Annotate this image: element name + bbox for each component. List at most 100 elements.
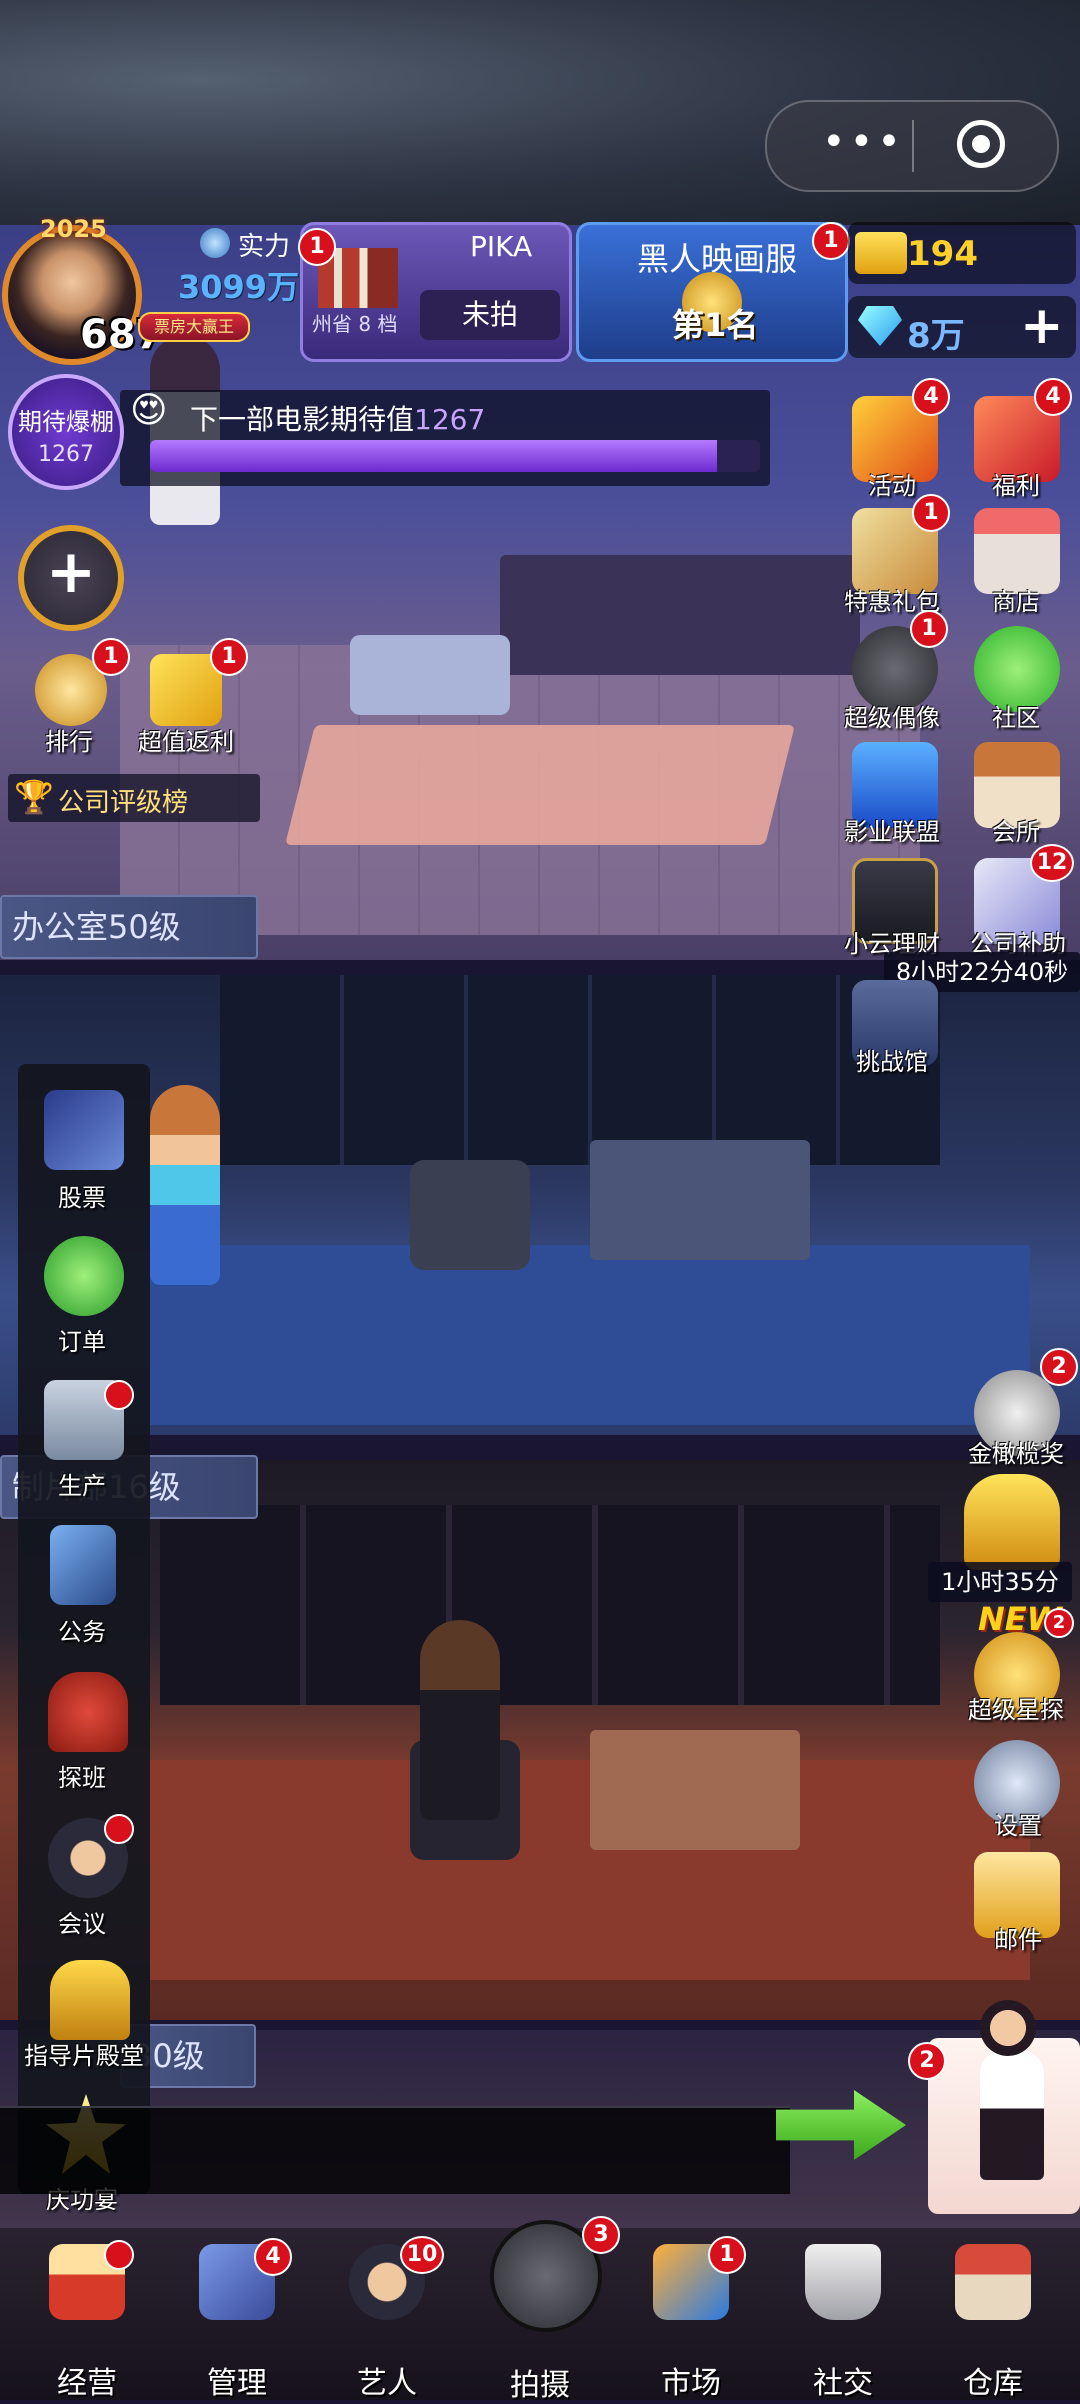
nav-market[interactable]: 1 市场 <box>616 2236 766 2401</box>
idol-badge: 1 <box>910 610 948 648</box>
manager-character[interactable] <box>420 1620 500 1820</box>
city-rank: 州省 8 档 <box>312 312 398 336</box>
advisor-character <box>980 2050 1044 2180</box>
ticket-value: 194 <box>907 234 978 274</box>
subsidy-badge: 12 <box>1030 844 1074 882</box>
star-scout-label: 超级星探 <box>968 1696 1064 1724</box>
nav-operate[interactable]: 经营 <box>12 2240 162 2401</box>
nav-manage-badge: 4 <box>254 2238 292 2276</box>
server-rank: 第1名 <box>672 306 759 344</box>
nav-market-badge: 1 <box>708 2236 746 2274</box>
office-chair <box>410 1160 530 1270</box>
nav-shoot-label: 拍摄 <box>510 2368 570 2403</box>
bouquet-icon[interactable] <box>48 1672 128 1752</box>
nav-manage-label: 管理 <box>207 2366 267 2401</box>
production-room[interactable] <box>0 1460 1080 2020</box>
menu-meeting-label: 会议 <box>58 1910 106 1938</box>
nav-artist[interactable]: 10 艺人 <box>312 2236 462 2401</box>
nav-social-label: 社交 <box>813 2366 873 2401</box>
dialog-bar[interactable] <box>0 2106 790 2194</box>
star-scout-badge: 2 <box>1044 1608 1074 1638</box>
mail-label: 邮件 <box>994 1926 1042 1954</box>
olive-award-badge: 2 <box>1040 1348 1078 1386</box>
film-name: PIKA <box>470 230 533 263</box>
rank-badge: 1 <box>812 222 850 260</box>
film-badge: 1 <box>298 228 336 266</box>
nav-artist-badge: 10 <box>400 2236 444 2274</box>
menu-production-label: 生产 <box>58 1472 106 1500</box>
gift-pack-badge: 1 <box>912 494 950 532</box>
expectation-text: 下一部电影期待值1267 <box>190 398 485 438</box>
gold-trophy-icon[interactable] <box>964 1474 1060 1570</box>
activity-badge: 4 <box>912 378 950 416</box>
ticket-icon <box>855 232 907 274</box>
menu-hall-label: 指导片殿堂 <box>24 2042 144 2070</box>
production-desk <box>590 1730 800 1850</box>
more-icon[interactable]: ••• <box>822 122 905 162</box>
film-status: 未拍 <box>420 290 560 340</box>
menu-order-label: 订单 <box>58 1328 106 1356</box>
award-hall-icon[interactable] <box>50 1960 130 2040</box>
rug <box>285 725 795 845</box>
settings-label: 设置 <box>994 1812 1042 1840</box>
advisor-face <box>980 2000 1036 2056</box>
capsule-divider <box>912 120 914 172</box>
reception-desk <box>500 555 860 675</box>
nav-operate-label: 经营 <box>57 2366 117 2401</box>
nav-artist-label: 艺人 <box>357 2366 417 2401</box>
power-icon <box>200 228 230 258</box>
menu-visit-label: 探班 <box>58 1764 106 1792</box>
heart-eyes-icon: 😍 <box>130 390 168 431</box>
city-window <box>160 1505 940 1705</box>
shop-label: 商店 <box>992 588 1040 616</box>
expectation-number: 1267 <box>38 442 94 467</box>
club-label: 会所 <box>992 818 1040 846</box>
mini-program-capsule[interactable]: ••• <box>765 100 1059 192</box>
activity-label: 活动 <box>868 472 916 500</box>
expectation-label: 期待爆棚 <box>18 408 114 436</box>
phone-icon[interactable] <box>50 1525 116 1605</box>
advisor-badge: 2 <box>908 2042 946 2080</box>
alliance-label: 影业联盟 <box>844 818 940 846</box>
power-label: 实力 <box>238 232 291 262</box>
ranking-badge: 1 <box>92 638 130 676</box>
nav-social[interactable]: 社交 <box>768 2240 918 2401</box>
stock-icon[interactable] <box>44 1090 124 1170</box>
close-target-icon[interactable] <box>957 120 1005 168</box>
community-label: 社区 <box>992 704 1040 732</box>
gem-value: 8万 <box>907 316 965 356</box>
nav-warehouse[interactable]: 仓库 <box>918 2240 1068 2401</box>
trophy-icon: 🏆 <box>14 778 54 816</box>
office-floor-label[interactable]: 办公室50级 <box>0 895 258 959</box>
power-value: 3099万 <box>178 268 300 306</box>
meeting-dot <box>104 1814 134 1844</box>
nav-market-label: 市场 <box>661 2366 721 2401</box>
nav-shoot-badge: 3 <box>582 2216 620 2254</box>
rebate-label: 超值返利 <box>138 728 234 756</box>
rebate-badge: 1 <box>210 638 248 676</box>
nav-warehouse-label: 仓库 <box>963 2366 1023 2401</box>
expectation-progress-bar <box>150 440 760 472</box>
ranking-label: 排行 <box>45 728 93 756</box>
player-title-badge: 票房大赢王 <box>138 312 250 342</box>
expectation-caption: 下一部电影期待值 <box>190 403 415 436</box>
order-icon[interactable] <box>44 1236 124 1316</box>
welfare-label: 福利 <box>992 472 1040 500</box>
menu-stock-label: 股票 <box>58 1184 106 1212</box>
city-window <box>220 975 940 1165</box>
plus-icon: + <box>45 537 97 607</box>
nav-shoot[interactable]: 3 拍摄 <box>470 2210 620 2403</box>
secretary-character[interactable] <box>150 1085 220 1285</box>
coffee-cup-icon <box>805 2244 881 2320</box>
expectation-progress-fill <box>150 440 718 472</box>
expectation-value: 1267 <box>414 403 486 436</box>
production-dot <box>104 1380 134 1410</box>
company-rating-label: 公司评级榜 <box>58 788 189 818</box>
nav-manage[interactable]: 4 管理 <box>162 2238 312 2401</box>
sofa <box>350 635 510 715</box>
welfare-badge: 4 <box>1034 378 1072 416</box>
office-desk <box>590 1140 810 1260</box>
trophy-timer: 1小时35分 <box>928 1562 1072 1602</box>
nav-operate-dot <box>104 2240 134 2270</box>
add-gems-button[interactable]: + <box>1020 300 1064 352</box>
